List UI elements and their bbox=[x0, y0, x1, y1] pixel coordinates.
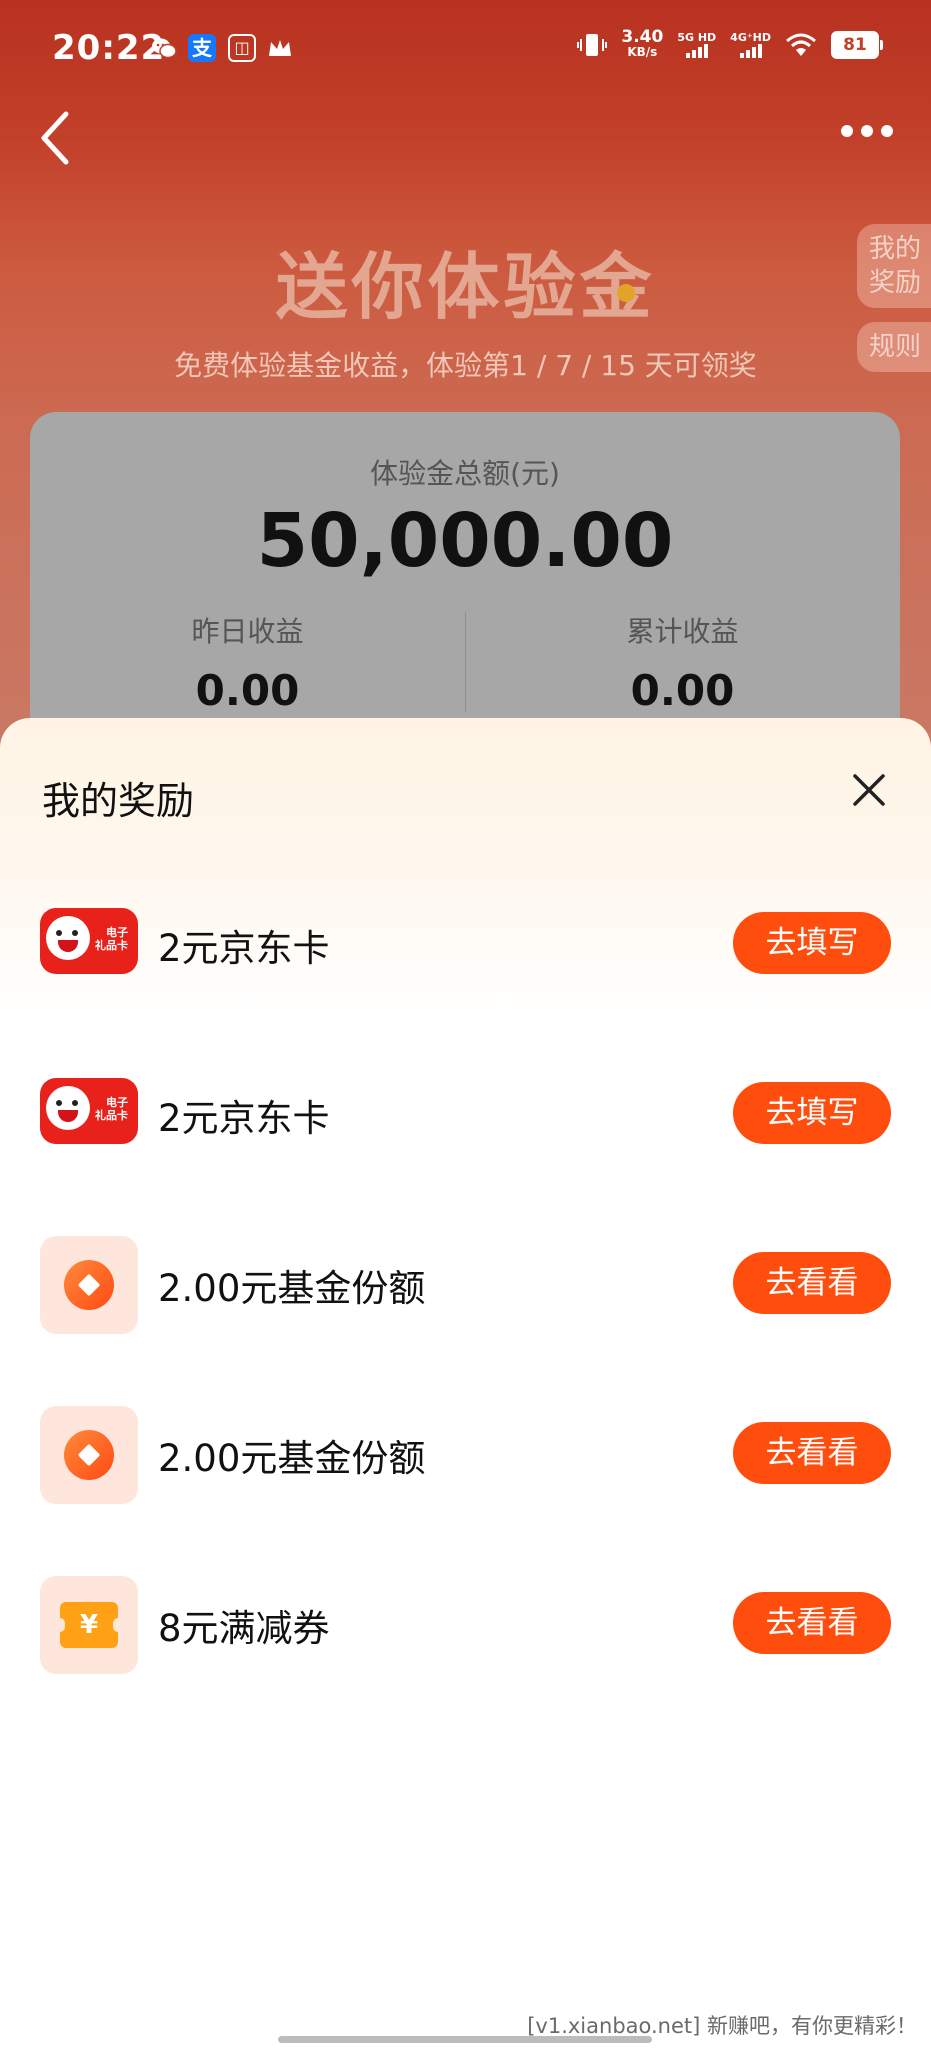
reward-row: 2.00元基金份额 去看看 bbox=[0, 1228, 931, 1338]
total-label: 体验金总额(元) bbox=[370, 457, 560, 490]
coupon-icon: ¥ bbox=[40, 1576, 138, 1674]
view-button[interactable]: 去看看 bbox=[733, 1592, 891, 1654]
view-button[interactable]: 去看看 bbox=[733, 1422, 891, 1484]
fund-coin-icon bbox=[40, 1236, 138, 1334]
reward-name: 8元满减券 bbox=[158, 1607, 330, 1650]
app-notification-icon: ◫ bbox=[228, 34, 256, 62]
yesterday-value: 0.00 bbox=[195, 666, 300, 715]
sheet-title: 我的奖励 bbox=[42, 779, 195, 823]
more-dots-icon bbox=[841, 125, 893, 137]
status-bar: 20:22 支 ◫ 3.40 KB/s 5G HD 4G⁺HD 81 bbox=[0, 0, 931, 100]
fund-coin-icon bbox=[40, 1406, 138, 1504]
rules-tab[interactable]: 规则 bbox=[856, 322, 931, 372]
cumulative-label: 累计收益 bbox=[626, 615, 739, 648]
total-value: 50,000.00 bbox=[256, 498, 674, 584]
jd-gift-card-icon: 电子 礼品卡 bbox=[40, 908, 138, 974]
cumulative-earnings: 累计收益 0.00 bbox=[465, 610, 900, 715]
yesterday-earnings: 昨日收益 0.00 bbox=[30, 610, 465, 715]
reward-row: ¥ 8元满减券 去看看 bbox=[0, 1568, 931, 1678]
reward-row: 电子 礼品卡 2元京东卡 去填写 bbox=[0, 888, 931, 998]
status-indicators: 3.40 KB/s 5G HD 4G⁺HD 81 bbox=[577, 27, 883, 60]
jd-gift-card-icon: 电子 礼品卡 bbox=[40, 1078, 138, 1144]
vibrate-icon bbox=[577, 34, 608, 56]
home-indicator[interactable] bbox=[278, 2036, 652, 2043]
net-speed: 3.40 KB/s bbox=[621, 27, 664, 60]
my-rewards-sheet: 我的奖励 电子 礼品卡 2元京东卡 去填写 电子 礼品卡 2元京东卡 去填写 2.0… bbox=[0, 718, 931, 2048]
chevron-left-icon bbox=[41, 111, 69, 165]
reward-row: 2.00元基金份额 去看看 bbox=[0, 1398, 931, 1508]
battery-icon: 81 bbox=[831, 31, 883, 59]
close-button[interactable] bbox=[849, 770, 889, 810]
status-time: 20:22 bbox=[52, 28, 166, 68]
page-title: 送你体验金 bbox=[275, 245, 656, 329]
crown-icon bbox=[266, 34, 294, 62]
page-subtitle: 免费体验基金收益，体验第1 / 7 / 15 天可领奖 bbox=[174, 349, 757, 382]
fill-in-button[interactable]: 去填写 bbox=[733, 912, 891, 974]
coin-icon bbox=[617, 284, 635, 302]
back-button[interactable] bbox=[34, 108, 78, 168]
fill-in-button[interactable]: 去填写 bbox=[733, 1082, 891, 1144]
signal-sim1-icon: 5G HD bbox=[677, 32, 716, 58]
more-button[interactable] bbox=[839, 120, 895, 142]
close-icon bbox=[853, 774, 885, 806]
reward-name: 2.00元基金份额 bbox=[158, 1267, 426, 1310]
reward-name: 2元京东卡 bbox=[158, 927, 330, 970]
wechat-icon bbox=[150, 34, 178, 62]
reward-name: 2.00元基金份额 bbox=[158, 1437, 426, 1480]
my-rewards-tab[interactable]: 我的 奖励 bbox=[856, 224, 931, 308]
yesterday-label: 昨日收益 bbox=[191, 615, 304, 648]
view-button[interactable]: 去看看 bbox=[733, 1252, 891, 1314]
reward-name: 2元京东卡 bbox=[158, 1097, 330, 1140]
wifi-icon bbox=[786, 33, 816, 56]
alipay-icon: 支 bbox=[188, 34, 216, 62]
signal-sim2-icon: 4G⁺HD bbox=[730, 32, 771, 58]
cumulative-value: 0.00 bbox=[630, 666, 735, 715]
reward-row: 电子 礼品卡 2元京东卡 去填写 bbox=[0, 1058, 931, 1168]
